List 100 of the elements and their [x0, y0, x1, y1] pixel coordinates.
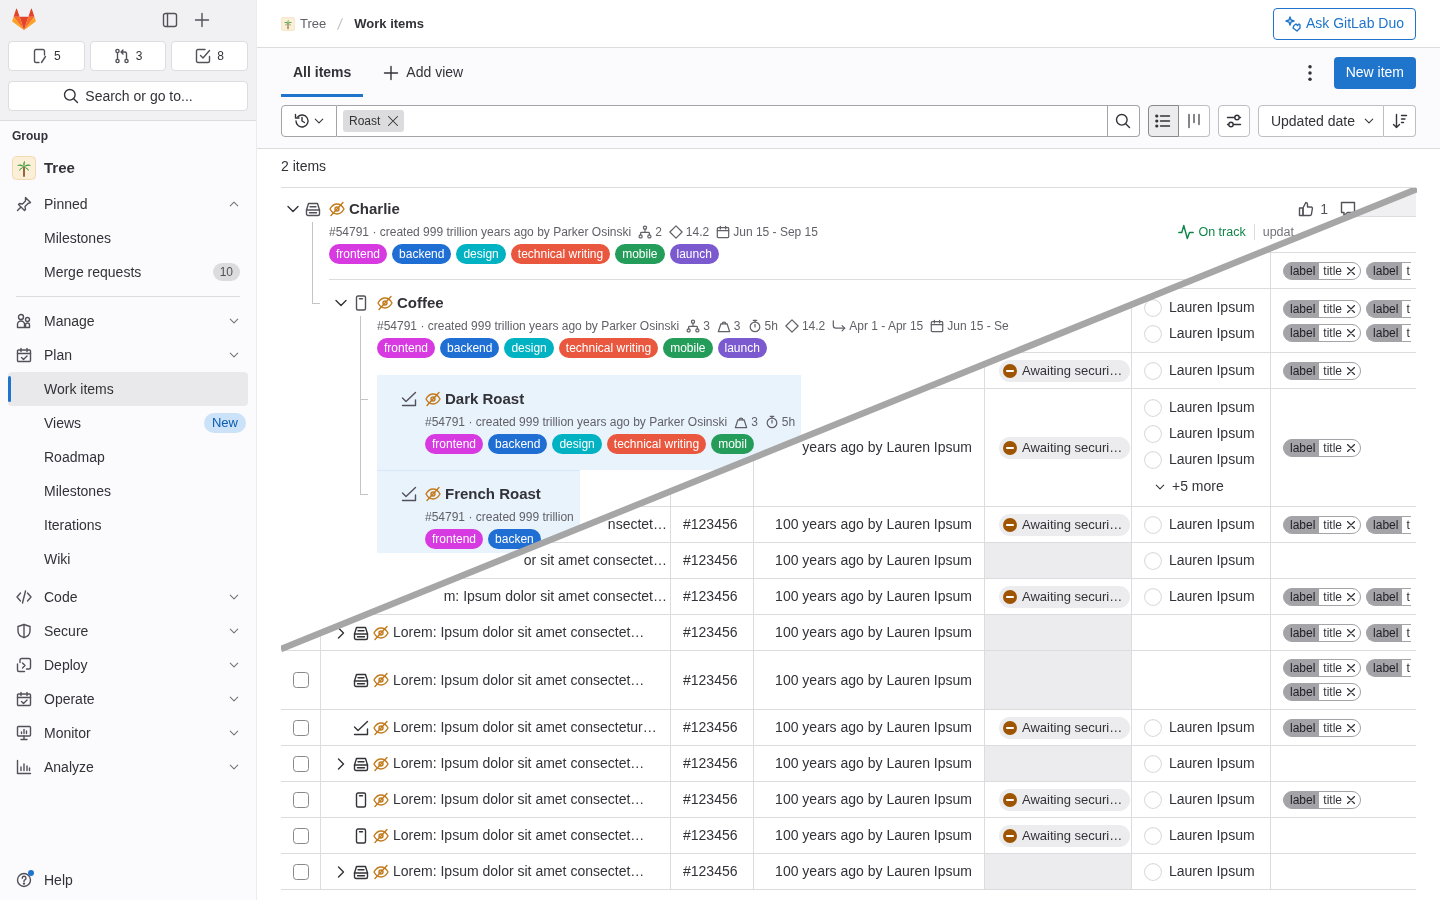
- work-item-title[interactable]: Lorem: Ipsum dolor sit amet consectet…: [393, 861, 645, 882]
- nav-section[interactable]: Secure: [8, 614, 248, 648]
- nav-item[interactable]: Views New: [8, 406, 248, 440]
- filter-token[interactable]: Roast: [343, 110, 405, 132]
- nav-item[interactable]: Milestones: [8, 221, 248, 255]
- close-icon[interactable]: [1347, 328, 1356, 337]
- close-icon[interactable]: [1347, 443, 1356, 452]
- nav-section[interactable]: Analyze: [8, 750, 248, 784]
- counter-button[interactable]: 5: [8, 41, 85, 71]
- pin-icon: [16, 196, 32, 212]
- page-icon: [353, 295, 369, 311]
- nav-item[interactable]: Work items: [8, 372, 248, 406]
- status-text: Awaiting securi…: [1022, 826, 1123, 845]
- label-scope: label: [1372, 324, 1400, 341]
- label-tag: launch: [669, 244, 719, 264]
- created-text: 100 years ago by Lauren Ipsum: [775, 670, 972, 690]
- nav-section[interactable]: Manage: [8, 304, 248, 338]
- label-scope: label: [1289, 588, 1317, 605]
- label-value-text: t: [1406, 624, 1410, 641]
- work-item-title[interactable]: Charlie: [349, 197, 400, 221]
- label-value-text: title: [1323, 362, 1343, 379]
- nav-section[interactable]: Pinned: [8, 187, 248, 221]
- label-scope: label: [1372, 624, 1400, 641]
- work-item-title[interactable]: Lorem: Ipsum dolor sit amet consectetur…: [393, 717, 657, 738]
- assignee-name: Lauren Ipsum: [1169, 324, 1255, 343]
- close-icon[interactable]: [1347, 266, 1356, 275]
- work-item-title[interactable]: nsectet…: [607, 514, 667, 535]
- pulse-icon: [1178, 224, 1195, 240]
- list-view-button[interactable]: [1147, 105, 1179, 137]
- label-tag: launch: [717, 338, 767, 358]
- search-submit-button[interactable]: [1107, 105, 1140, 137]
- work-item-title[interactable]: Lorem: Ipsum dolor sit amet consectet…: [393, 789, 645, 810]
- work-item-title[interactable]: Coffee: [397, 291, 444, 315]
- row-checkbox[interactable]: [292, 791, 309, 808]
- nav-item[interactable]: Iterations: [8, 508, 248, 542]
- close-icon[interactable]: [1347, 688, 1356, 696]
- nav-section[interactable]: Operate: [8, 682, 248, 716]
- work-item-title[interactable]: Dark Roast: [445, 387, 525, 411]
- close-icon[interactable]: [1347, 592, 1356, 601]
- label-value-text: t: [1406, 262, 1410, 279]
- close-icon[interactable]: [1347, 664, 1356, 672]
- close-icon[interactable]: [387, 115, 400, 127]
- new-item-button[interactable]: New item: [1333, 56, 1416, 89]
- context-heading: Group: [11, 128, 49, 144]
- counter-button[interactable]: 3: [89, 41, 167, 71]
- work-item-title[interactable]: m: Ipsum dolor sit amet consectet…: [443, 586, 667, 607]
- row-checkbox[interactable]: [292, 672, 309, 688]
- avatar-icon: [1144, 361, 1162, 380]
- work-item-title[interactable]: French Roast: [445, 482, 541, 506]
- row-checkbox[interactable]: [292, 863, 309, 880]
- nav-item[interactable]: Milestones: [8, 474, 248, 508]
- work-item-title[interactable]: Lorem: Ipsum dolor sit amet consectet…: [393, 622, 645, 643]
- filter-input[interactable]: Roast: [337, 105, 1108, 137]
- work-item-row[interactable]: Dark Roast #54791 · created 999 trillion years ago by Parker Osinski 3 5h frontend backend design technical writing mobil: [377, 375, 802, 470]
- nav-section[interactable]: Deploy: [8, 648, 248, 682]
- work-item-title[interactable]: or sit amet consectet…: [523, 550, 667, 571]
- child-count: 3: [703, 318, 710, 335]
- search-button[interactable]: Search or go to...: [8, 81, 248, 111]
- fox-logo-icon[interactable]: [12, 8, 36, 32]
- work-item-title[interactable]: Lorem: Ipsum dolor sit amet consectet…: [393, 825, 645, 846]
- item-id: #123456: [683, 515, 738, 534]
- recent-searches-button[interactable]: [281, 105, 337, 137]
- nav-item[interactable]: Roadmap: [8, 440, 248, 474]
- nav-section[interactable]: Plan: [8, 338, 248, 372]
- breadcrumb-link[interactable]: Tree: [281, 13, 327, 34]
- hierarchy-icon: [638, 225, 653, 239]
- help-link[interactable]: Help: [8, 863, 81, 897]
- row-checkbox[interactable]: [292, 755, 309, 772]
- label-value-text: t: [1406, 588, 1410, 605]
- close-icon[interactable]: [1347, 723, 1356, 732]
- sort-dropdown[interactable]: Updated date: [1257, 105, 1384, 137]
- close-icon[interactable]: [1347, 366, 1356, 375]
- minus-circle-icon: [1003, 440, 1017, 455]
- counter-button[interactable]: 8: [171, 41, 248, 71]
- close-icon[interactable]: [1347, 520, 1356, 529]
- close-icon[interactable]: [1347, 795, 1356, 804]
- nav-section[interactable]: Code: [8, 580, 248, 614]
- work-item-title[interactable]: Lorem: Ipsum dolor sit amet consectet…: [393, 753, 645, 774]
- breadcrumb-link[interactable]: Work items: [354, 13, 425, 34]
- work-item-row[interactable]: French Roast #54791 · created 999 trillion frontend backen: [377, 470, 580, 553]
- sort-direction-button[interactable]: [1384, 105, 1416, 137]
- ask-duo-button[interactable]: Ask GitLab Duo: [1272, 7, 1416, 40]
- show-more-button[interactable]: +5 more: [1144, 472, 1224, 501]
- view-tab[interactable]: All items: [281, 48, 364, 97]
- row-checkbox[interactable]: [292, 827, 309, 844]
- nav-item[interactable]: Wiki: [8, 542, 248, 576]
- close-icon[interactable]: [1347, 628, 1356, 637]
- nav-section[interactable]: Monitor: [8, 716, 248, 750]
- page-icon: [353, 791, 369, 808]
- monitor-icon: [16, 725, 32, 741]
- minus-circle-icon: [1003, 363, 1017, 378]
- group-link[interactable]: Tree: [8, 152, 75, 184]
- nav-item[interactable]: Merge requests 10: [8, 255, 248, 289]
- label-value-text: title: [1323, 684, 1343, 700]
- add-view-button[interactable]: Add view: [371, 48, 476, 97]
- row-checkbox[interactable]: [292, 719, 309, 736]
- board-view-button[interactable]: [1178, 105, 1210, 137]
- close-icon[interactable]: [1347, 304, 1356, 313]
- work-item-title[interactable]: Lorem: Ipsum dolor sit amet consectet…: [393, 669, 645, 691]
- display-settings-button[interactable]: [1217, 105, 1250, 137]
